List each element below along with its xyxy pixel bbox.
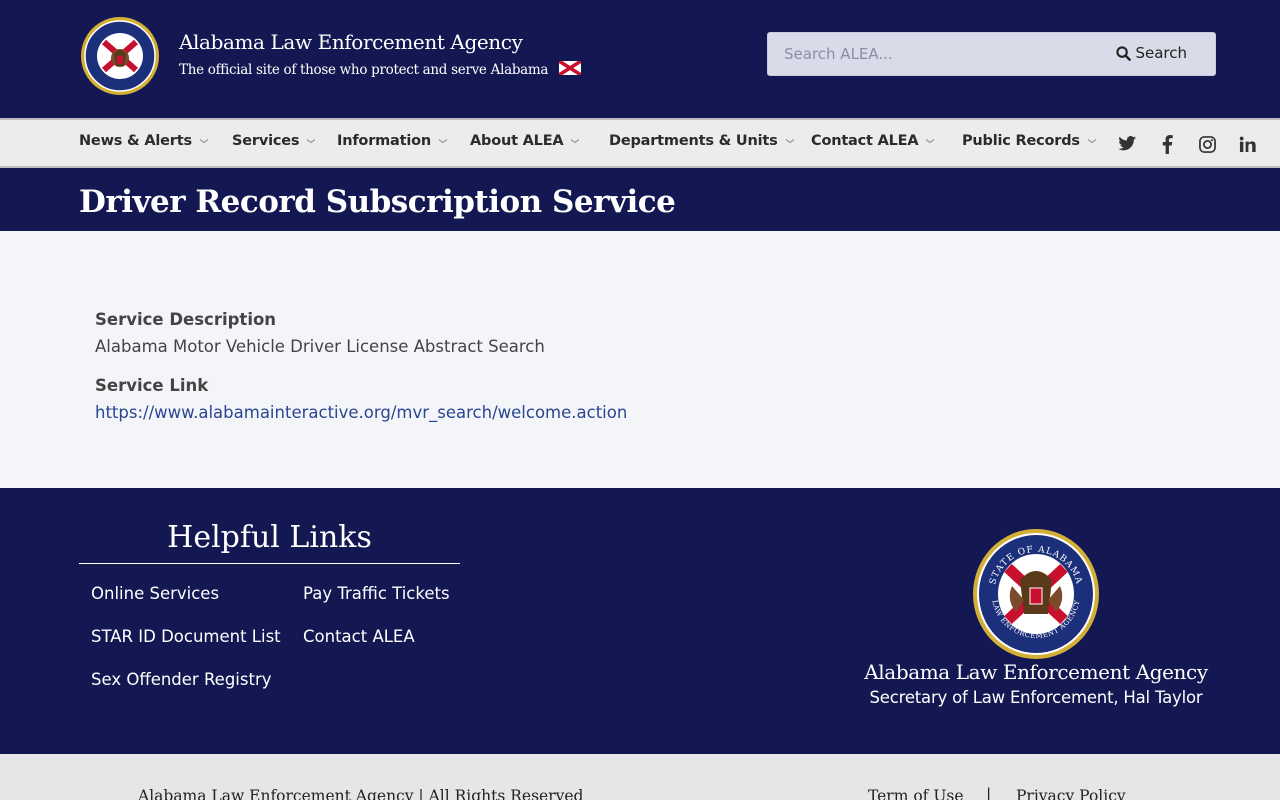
nav-item-label: Departments & Units xyxy=(609,133,778,149)
footer-link-contact-alea[interactable]: Contact ALEA xyxy=(303,627,415,646)
site-title[interactable]: Alabama Law Enforcement Agency xyxy=(179,30,523,54)
site-tagline: The official site of those who protect a… xyxy=(179,61,582,78)
nav-item-label: News & Alerts xyxy=(79,133,192,149)
nav-item-label: Contact ALEA xyxy=(811,133,919,149)
search-box: Search xyxy=(767,32,1216,76)
chevron-down-icon xyxy=(926,139,935,144)
chevron-down-icon xyxy=(306,139,316,144)
search-button-label: Search xyxy=(1135,44,1187,62)
alabama-flag-icon xyxy=(559,61,582,75)
chevron-down-icon xyxy=(1087,139,1097,144)
footer-link-pay-traffic-tickets[interactable]: Pay Traffic Tickets xyxy=(303,584,450,603)
nav-item-departments-units[interactable]: Departments & Units xyxy=(609,133,795,149)
service-link[interactable]: https://www.alabamainteractive.org/mvr_s… xyxy=(95,403,627,422)
site-footer: Helpful Links Online Services Pay Traffi… xyxy=(0,488,1280,754)
facebook-icon[interactable] xyxy=(1157,134,1177,154)
copyright-text: Alabama Law Enforcement Agency | All Rig… xyxy=(138,787,584,800)
terms-of-use-link[interactable]: Term of Use xyxy=(868,787,964,800)
search-button[interactable]: Search xyxy=(1116,44,1187,62)
nav-item-label: Information xyxy=(337,133,432,149)
footer-agency-name: Alabama Law Enforcement Agency xyxy=(864,660,1208,684)
instagram-icon[interactable] xyxy=(1197,134,1217,154)
nav-item-contact-alea[interactable]: Contact ALEA xyxy=(811,133,935,149)
footer-link-online-services[interactable]: Online Services xyxy=(91,584,219,603)
site-header: Alabama Law Enforcement Agency The offic… xyxy=(0,0,1280,118)
chevron-down-icon xyxy=(438,139,448,144)
nav-item-information[interactable]: Information xyxy=(337,133,448,149)
bottom-bar: Alabama Law Enforcement Agency | All Rig… xyxy=(0,754,1280,800)
footer-link-sex-offender-registry[interactable]: Sex Offender Registry xyxy=(91,670,272,689)
bottom-separator: | xyxy=(986,785,992,800)
privacy-policy-link[interactable]: Privacy Policy xyxy=(1016,787,1126,800)
service-link-label: Service Link xyxy=(95,376,209,395)
helpful-links-title: Helpful Links xyxy=(167,520,372,555)
footer-secretary: Secretary of Law Enforcement, Hal Taylor xyxy=(869,688,1203,707)
nav-item-label: Services xyxy=(232,133,300,149)
search-icon xyxy=(1116,45,1132,61)
page-title-band: Driver Record Subscription Service xyxy=(0,168,1280,231)
nav-item-services[interactable]: Services xyxy=(232,133,316,149)
chevron-down-icon xyxy=(785,139,794,144)
nav-item-news-alerts[interactable]: News & Alerts xyxy=(79,133,209,149)
chevron-down-icon xyxy=(199,139,209,144)
helpful-links-divider xyxy=(79,563,460,564)
nav-item-public-records[interactable]: Public Records xyxy=(962,133,1097,149)
footer-link-star-id-document-list[interactable]: STAR ID Document List xyxy=(91,627,281,646)
page-title: Driver Record Subscription Service xyxy=(79,184,676,220)
nav-item-label: Public Records xyxy=(962,133,1080,149)
chevron-down-icon xyxy=(571,139,580,144)
twitter-icon[interactable] xyxy=(1117,134,1137,154)
nav-item-about-alea[interactable]: About ALEA xyxy=(470,133,580,149)
service-description-label: Service Description xyxy=(95,310,277,329)
linkedin-icon[interactable] xyxy=(1237,134,1257,154)
search-input[interactable] xyxy=(768,33,1108,75)
alea-seal-icon[interactable] xyxy=(80,16,160,96)
main-content: Service Description Alabama Motor Vehicl… xyxy=(0,231,1280,488)
nav-item-label: About ALEA xyxy=(470,133,564,149)
service-description-value: Alabama Motor Vehicle Driver License Abs… xyxy=(95,337,545,356)
main-nav: News & Alerts Services Information About… xyxy=(0,118,1280,168)
alea-seal-icon: STATE OF ALABAMA LAW ENFORCEMENT AGENCY xyxy=(973,529,1099,659)
tagline-text: The official site of those who protect a… xyxy=(179,62,549,78)
